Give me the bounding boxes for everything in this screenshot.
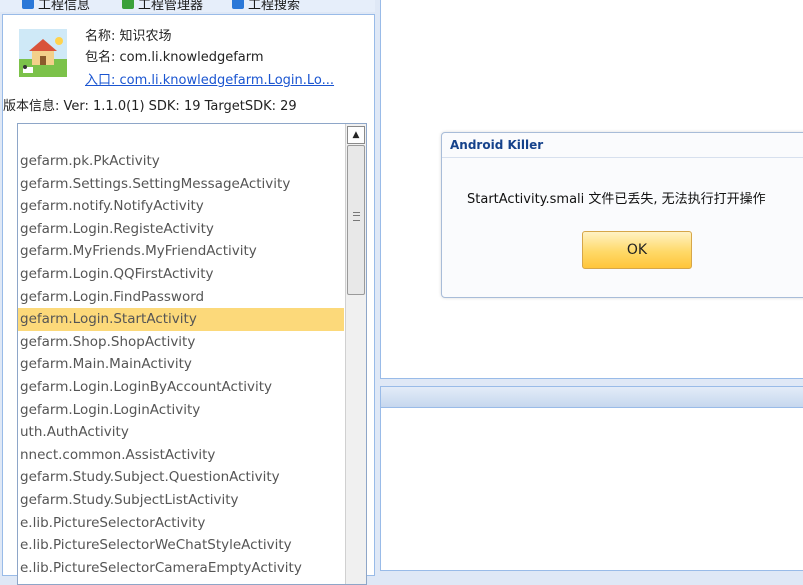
app-name: 名称: 知识农场 [85,29,172,44]
dialog-divider [442,157,803,158]
list-item[interactable]: gefarm.Login.FindPassword [18,286,344,309]
list-item-selected[interactable]: gefarm.Login.StartActivity [18,308,344,331]
vertical-scrollbar[interactable]: ▲ [345,124,366,584]
tab-project-search-label: 工程搜索 [248,0,301,12]
project-tab-strip: 工程信息 工程管理器 工程搜索 [0,0,375,12]
list-item[interactable]: gefarm.Login.RegisteActivity [18,218,344,241]
list-item[interactable]: gefarm.Login.LoginActivity [18,399,344,422]
activity-list-items: gefarm.pk.PkActivity gefarm.Settings.Sett… [18,150,344,579]
scroll-up-arrow-icon[interactable]: ▲ [347,126,365,144]
dialog-message: StartActivity.smali 文件已丢失, 无法执行打开操作 [467,192,766,207]
log-panel [380,386,803,571]
search-tab-icon [232,0,244,9]
app-package: 包名: com.li.knowledgefarm [85,50,264,65]
app-farm-icon [19,29,67,77]
list-item[interactable]: gefarm.Study.SubjectListActivity [18,489,344,512]
list-item[interactable]: gefarm.Study.Subject.QuestionActivity [18,466,344,489]
list-item[interactable]: gefarm.MyFriends.MyFriendActivity [18,240,344,263]
ok-button[interactable]: OK [582,231,692,269]
manager-tab-icon [122,0,134,9]
tab-project-manager-label: 工程管理器 [138,0,204,12]
dialog-title: Android Killer [450,138,544,152]
log-panel-header [381,387,803,408]
list-item[interactable]: gefarm.Login.QQFirstActivity [18,263,344,286]
app-entry-link[interactable]: 入口: com.li.knowledgefarm.Login.Lo... [85,69,367,88]
list-item[interactable]: gefarm.Settings.SettingMessageActivity [18,173,344,196]
info-tab-icon [22,0,34,9]
version-info: 版本信息: Ver: 1.1.0(1) SDK: 19 TargetSDK: 2… [3,99,297,114]
tab-project-manager[interactable]: 工程管理器 [122,0,203,12]
app-info-section: 名称: 知识农场 包名: com.li.knowledgefarm 入口: co… [3,15,374,119]
list-item[interactable]: e.lib.PictureSelectorCameraEmptyActivity [18,557,344,580]
list-item[interactable]: nnect.common.AssistActivity [18,444,344,467]
scrollbar-thumb[interactable] [347,145,365,295]
tab-project-info-label: 工程信息 [38,0,91,12]
list-item[interactable]: gefarm.Main.MainActivity [18,353,344,376]
message-dialog: Android Killer StartActivity.smali 文件已丢失… [441,132,803,298]
grip-icon [353,212,360,221]
list-item[interactable]: e.lib.PictureSelectorActivity [18,512,344,535]
list-item[interactable]: e.lib.PictureSelectorWeChatStyleActivity [18,534,344,557]
list-item[interactable]: uth.AuthActivity [18,421,344,444]
list-item[interactable]: gefarm.Login.LoginByAccountActivity [18,376,344,399]
project-info-panel: 名称: 知识农场 包名: com.li.knowledgefarm 入口: co… [2,14,375,585]
list-item[interactable]: gefarm.pk.PkActivity [18,150,344,173]
activity-list[interactable]: gefarm.pk.PkActivity gefarm.Settings.Sett… [17,123,367,585]
list-item[interactable]: gefarm.Shop.ShopActivity [18,331,344,354]
list-item[interactable]: gefarm.notify.NotifyActivity [18,195,344,218]
tab-project-info[interactable]: 工程信息 [22,0,90,12]
tab-project-search[interactable]: 工程搜索 [232,0,300,12]
